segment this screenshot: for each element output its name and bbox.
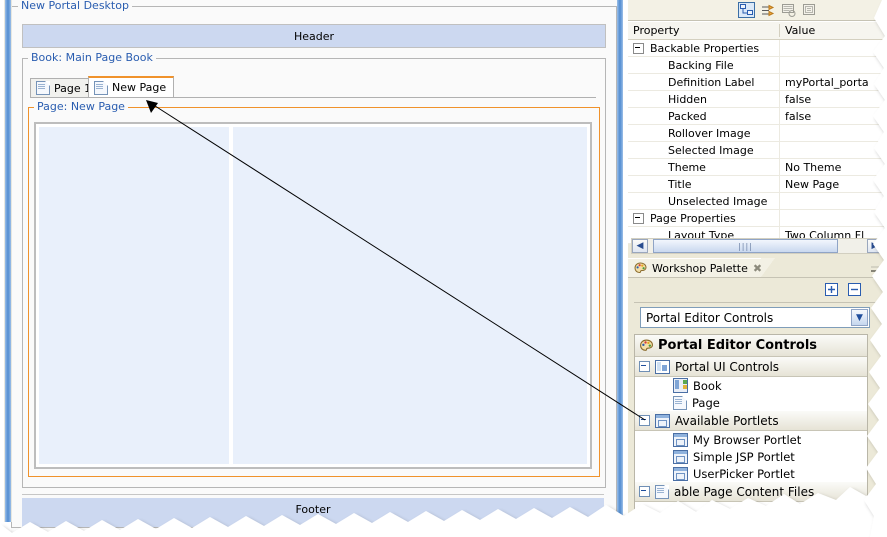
annotation-arrow <box>146 100 646 421</box>
